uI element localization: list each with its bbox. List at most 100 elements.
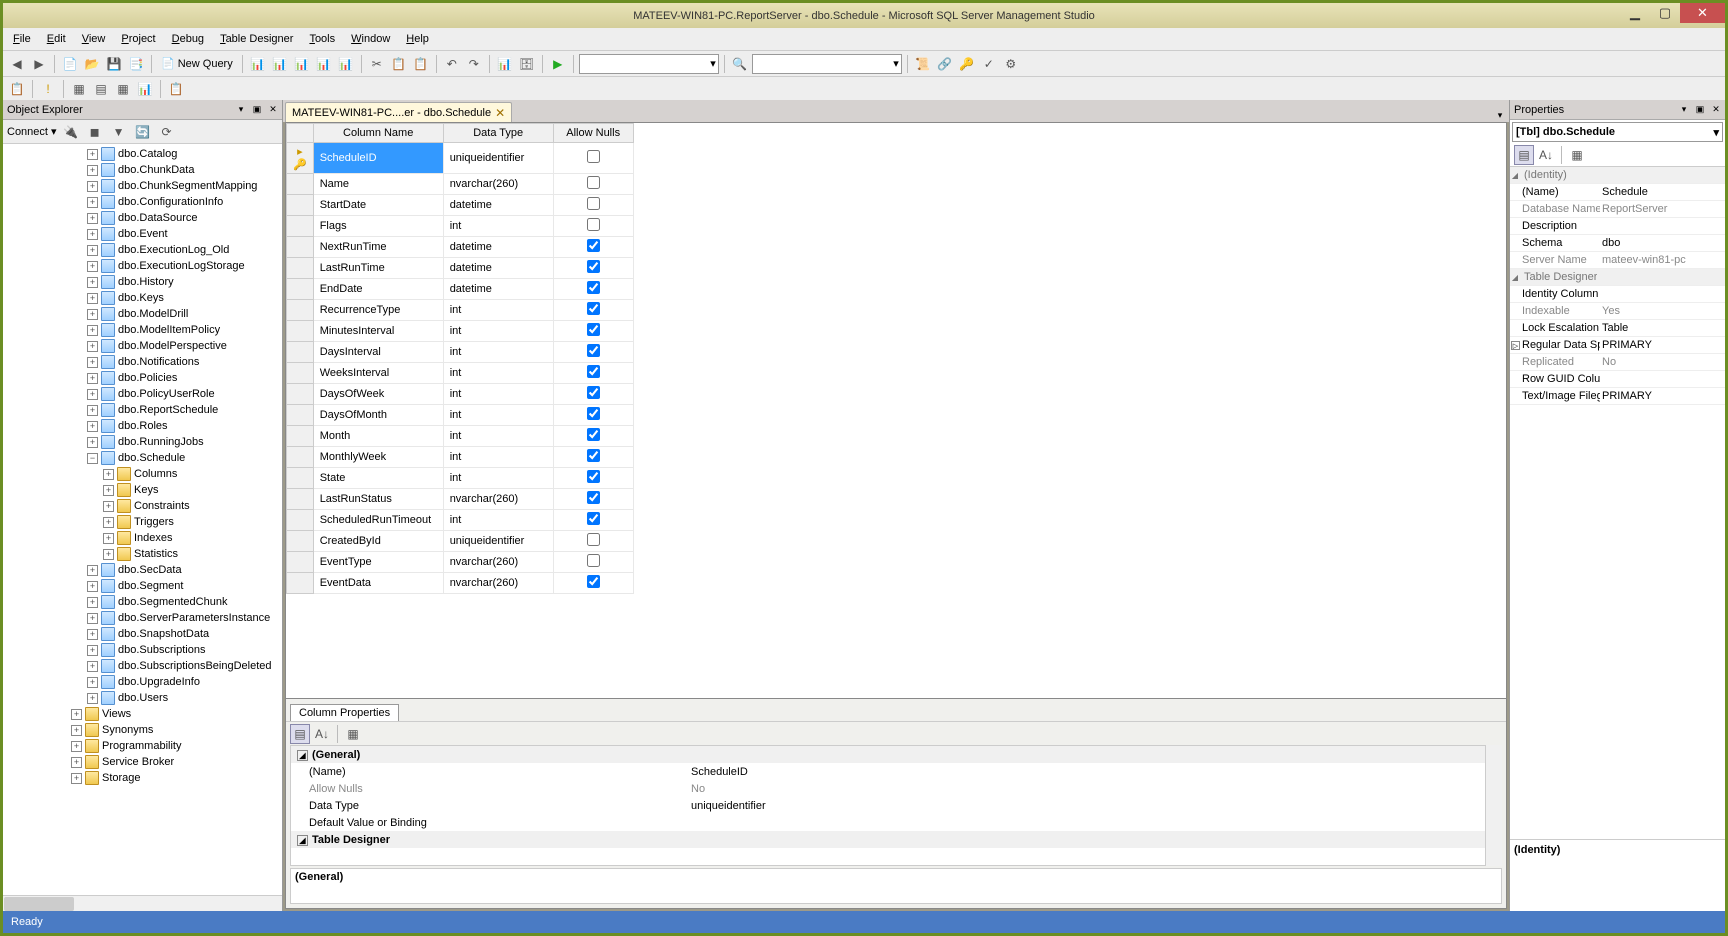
expand-icon[interactable]: + [71,757,82,768]
chart-icon[interactable]: 📊 [135,79,155,99]
menu-file[interactable]: File [7,31,37,47]
table-row[interactable]: WeeksIntervalint [287,363,1506,384]
allow-nulls-checkbox[interactable] [587,176,600,189]
expand-icon[interactable]: + [103,469,114,480]
allow-nulls-checkbox[interactable] [587,449,600,462]
table-row[interactable]: ▸🔑ScheduleIDuniqueidentifier [287,143,1506,174]
expand-icon[interactable]: + [87,373,98,384]
tree-folder[interactable]: +Constraints [3,498,282,514]
find-icon[interactable]: 🔍 [730,54,750,74]
tree-table[interactable]: +dbo.ChunkData [3,162,282,178]
tab-dropdown-icon[interactable]: ▾ [1493,108,1507,122]
expand-icon[interactable]: + [103,549,114,560]
expand-icon[interactable]: + [87,293,98,304]
table-row[interactable]: Stateint [287,468,1506,489]
tree-table[interactable]: +dbo.ConfigurationInfo [3,194,282,210]
allow-nulls-cell[interactable] [553,447,633,468]
row-header[interactable] [287,174,314,195]
allow-nulls-checkbox[interactable] [587,218,600,231]
column-name-cell[interactable]: ScheduleID [313,143,443,174]
tree-table[interactable]: +dbo.ModelPerspective [3,338,282,354]
column-name-cell[interactable]: Name [313,174,443,195]
tree-folder[interactable]: +Storage [3,770,282,786]
results-icon[interactable]: ▦ [113,79,133,99]
tree-table[interactable]: +dbo.Event [3,226,282,242]
horizontal-scrollbar[interactable] [3,895,282,911]
row-header[interactable] [287,426,314,447]
row-header[interactable] [287,384,314,405]
column-name-cell[interactable]: StartDate [313,195,443,216]
allow-nulls-checkbox[interactable] [587,260,600,273]
expand-icon[interactable]: + [87,597,98,608]
table-props-icon[interactable]: ⚙ [1001,54,1021,74]
tree-folder[interactable]: +Synonyms [3,722,282,738]
column-type-cell[interactable]: int [443,447,553,468]
allow-nulls-cell[interactable] [553,573,633,594]
undo-icon[interactable]: ↶ [442,54,462,74]
row-header[interactable] [287,405,314,426]
expand-icon[interactable]: + [87,437,98,448]
row-header[interactable] [287,321,314,342]
column-properties-tab[interactable]: Column Properties [290,704,399,721]
table-row[interactable]: NextRunTimedatetime [287,237,1506,258]
allow-nulls-cell[interactable] [553,321,633,342]
expand-icon[interactable]: + [103,517,114,528]
allow-nulls-cell[interactable] [553,384,633,405]
sql-icon[interactable]: ! [38,79,58,99]
column-name-cell[interactable]: LastRunStatus [313,489,443,510]
allow-nulls-cell[interactable] [553,405,633,426]
row-header[interactable] [287,342,314,363]
change-type-icon[interactable]: 📋 [7,79,27,99]
close-panel-icon[interactable]: ✕ [1709,103,1723,117]
menu-tools[interactable]: Tools [303,31,341,47]
tree-table[interactable]: +dbo.PolicyUserRole [3,386,282,402]
expand-icon[interactable]: + [87,213,98,224]
vertical-scrollbar[interactable] [1486,745,1502,866]
column-name-cell[interactable]: Flags [313,216,443,237]
dropdown-icon[interactable]: ▾ [234,103,248,117]
expand-icon[interactable]: + [87,677,98,688]
expand-icon[interactable]: + [87,245,98,256]
column-name-cell[interactable]: CreatedById [313,531,443,552]
allow-nulls-cell[interactable] [553,174,633,195]
categorized-icon[interactable]: ▤ [290,724,310,744]
expand-icon[interactable]: + [87,661,98,672]
expand-icon[interactable]: + [87,613,98,624]
allow-nulls-cell[interactable] [553,468,633,489]
column-type-cell[interactable]: nvarchar(260) [443,174,553,195]
tree-folder[interactable]: +Triggers [3,514,282,530]
tree-table[interactable]: +dbo.ReportSchedule [3,402,282,418]
table-row[interactable]: Flagsint [287,216,1506,237]
registered-icon[interactable]: 🗄 [517,54,537,74]
expand-icon[interactable]: + [87,565,98,576]
row-header[interactable] [287,279,314,300]
row-header[interactable] [287,216,314,237]
pin-icon[interactable]: ▣ [1693,103,1707,117]
column-type-cell[interactable]: int [443,468,553,489]
allow-nulls-checkbox[interactable] [587,197,600,210]
tree-table[interactable]: +dbo.SnapshotData [3,626,282,642]
column-name-cell[interactable]: WeeksInterval [313,363,443,384]
tree-folder[interactable]: +Columns [3,466,282,482]
allow-nulls-cell[interactable] [553,489,633,510]
column-type-cell[interactable]: datetime [443,195,553,216]
table-row[interactable]: Monthint [287,426,1506,447]
allow-nulls-checkbox[interactable] [587,150,600,163]
column-type-cell[interactable]: int [443,342,553,363]
column-type-cell[interactable]: nvarchar(260) [443,573,553,594]
find-combo[interactable]: ▾ [752,54,902,74]
allow-nulls-checkbox[interactable] [587,491,600,504]
tree-folder[interactable]: +Service Broker [3,754,282,770]
column-name-cell[interactable]: DaysInterval [313,342,443,363]
table-row[interactable]: RecurrenceTypeint [287,300,1506,321]
close-tab-icon[interactable]: ✕ [495,106,505,120]
table-row[interactable]: CreatedByIduniqueidentifier [287,531,1506,552]
menu-debug[interactable]: Debug [166,31,210,47]
tree-table[interactable]: +dbo.Roles [3,418,282,434]
alphabetical-icon[interactable]: A↓ [1536,145,1556,165]
close-panel-icon[interactable]: ✕ [266,103,280,117]
properties-object-selector[interactable]: [Tbl] dbo.Schedule▾ [1512,122,1723,142]
allow-nulls-checkbox[interactable] [587,344,600,357]
new-project-icon[interactable]: 📄 [60,54,80,74]
save-icon[interactable]: 💾 [104,54,124,74]
